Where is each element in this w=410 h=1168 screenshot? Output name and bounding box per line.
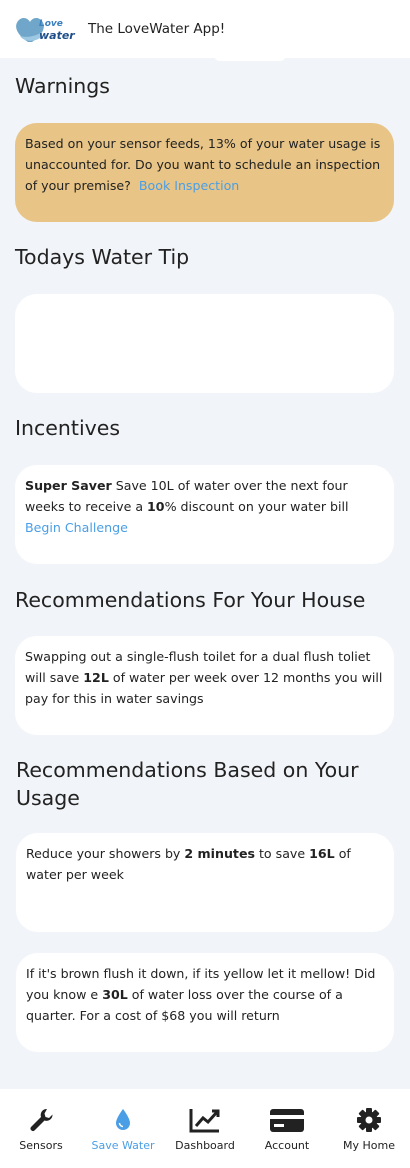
usage-card-showers: Reduce your showers by 2 minutes to save… (16, 833, 394, 932)
warning-card: Based on your sensor feeds, 13% of your … (15, 123, 394, 222)
water-tip-card (15, 294, 394, 393)
nav-sensors[interactable]: Sensors (2, 1105, 80, 1152)
nav-save-water[interactable]: Save Water (84, 1105, 162, 1152)
usage-recommendations-title: Recommendations Based on Your Usage (16, 758, 359, 810)
house-recommendations-title: Recommendations For Your House (15, 588, 366, 612)
app-title: The LoveWater App! (88, 21, 226, 37)
credit-card-icon (268, 1105, 306, 1135)
app-header: Love water The LoveWater App! (0, 0, 410, 58)
nav-sensors-label: Sensors (19, 1139, 63, 1152)
incentive-card: Super Saver Save 10L of water over the n… (15, 465, 394, 564)
warnings-title: Warnings (15, 74, 110, 98)
nav-dashboard-label: Dashboard (175, 1139, 235, 1152)
water-drop-icon (108, 1105, 138, 1135)
nav-account[interactable]: Account (248, 1105, 326, 1152)
nav-my-home-label: My Home (343, 1139, 395, 1152)
nav-account-label: Account (264, 1139, 310, 1152)
incentives-title: Incentives (15, 416, 121, 440)
nav-my-home[interactable]: My Home (330, 1105, 408, 1152)
nav-save-water-label: Save Water (91, 1139, 155, 1152)
house-amount: 12L (83, 670, 109, 685)
nav-dashboard[interactable]: Dashboard (166, 1105, 244, 1152)
showers-text-a: Reduce your showers by (26, 846, 185, 861)
bottom-navigation: Sensors Save Water Dashboard Account My … (0, 1089, 410, 1168)
water-tip-title: Todays Water Tip (15, 245, 190, 269)
usage-card-flush: If it's brown flush it down, if its yell… (16, 953, 394, 1052)
svg-text:Love: Love (39, 19, 63, 29)
showers-litres: 16L (309, 846, 335, 861)
book-inspection-link[interactable]: Book Inspection (139, 178, 239, 193)
svg-text:water: water (39, 29, 75, 42)
showers-minutes: 2 minutes (184, 846, 255, 861)
begin-challenge-link[interactable]: Begin Challenge (25, 520, 128, 535)
incentive-percent: 10 (147, 499, 165, 514)
house-recommendation-card: Swapping out a single-flush toilet for a… (15, 636, 394, 735)
incentive-text-b: % discount on your water bill (164, 499, 349, 514)
lovewater-logo[interactable]: Love water (14, 12, 76, 46)
wrench-icon (26, 1105, 56, 1135)
gear-icon (354, 1105, 384, 1135)
showers-text-b: to save (254, 846, 310, 861)
header-notch (214, 53, 286, 61)
logo-mark: Love water (16, 18, 75, 42)
chart-line-icon (188, 1105, 222, 1135)
incentive-name: Super Saver (25, 478, 112, 493)
flush-litres: 30L (102, 987, 128, 1002)
